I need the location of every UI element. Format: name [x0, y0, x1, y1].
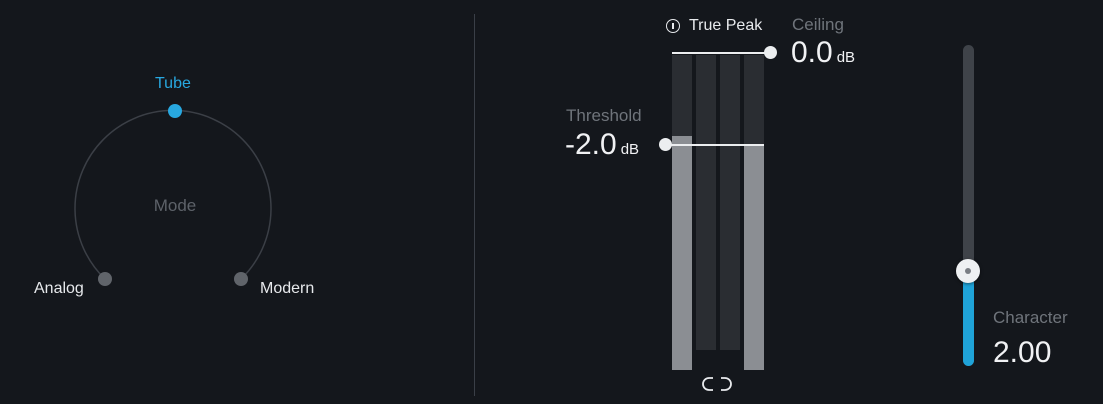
link-icon[interactable]: [701, 375, 733, 393]
meter-fill-1: [672, 136, 692, 370]
threshold-readout[interactable]: -2.0 dB: [565, 128, 639, 162]
threshold-handle[interactable]: [659, 138, 672, 151]
character-slider-fill: [963, 271, 974, 366]
mode-tube-dot[interactable]: [168, 104, 182, 118]
mode-label: Mode: [153, 196, 197, 215]
threshold-value: -2.0: [565, 128, 617, 161]
mode-modern-dot[interactable]: [234, 272, 248, 286]
mode-option-analog-label[interactable]: Analog: [34, 280, 84, 298]
ceiling-line: [672, 52, 772, 54]
threshold-label: Threshold: [566, 106, 642, 125]
character-slider-thumb[interactable]: [956, 259, 980, 283]
ceiling-value: 0.0: [791, 36, 833, 69]
character-label: Character: [993, 308, 1068, 327]
info-circle-icon: [666, 19, 680, 33]
ceiling-unit: dB: [836, 49, 856, 66]
threshold-unit: dB: [620, 141, 640, 158]
threshold-line: [666, 144, 764, 146]
meter-track-2: [696, 55, 716, 350]
true-peak-label: True Peak: [689, 17, 763, 34]
character-value[interactable]: 2.00: [993, 336, 1051, 370]
ceiling-handle[interactable]: [764, 46, 777, 59]
mode-analog-dot[interactable]: [98, 272, 112, 286]
ceiling-label: Ceiling: [792, 15, 844, 34]
ceiling-readout[interactable]: 0.0 dB: [791, 36, 855, 70]
true-peak-toggle[interactable]: True Peak: [666, 17, 762, 35]
meter-fill-4: [744, 146, 764, 370]
mode-option-modern-label[interactable]: Modern: [260, 280, 314, 298]
meter-track-3: [720, 55, 740, 350]
section-divider: [474, 14, 475, 396]
mode-option-tube-label[interactable]: Tube: [155, 75, 191, 93]
